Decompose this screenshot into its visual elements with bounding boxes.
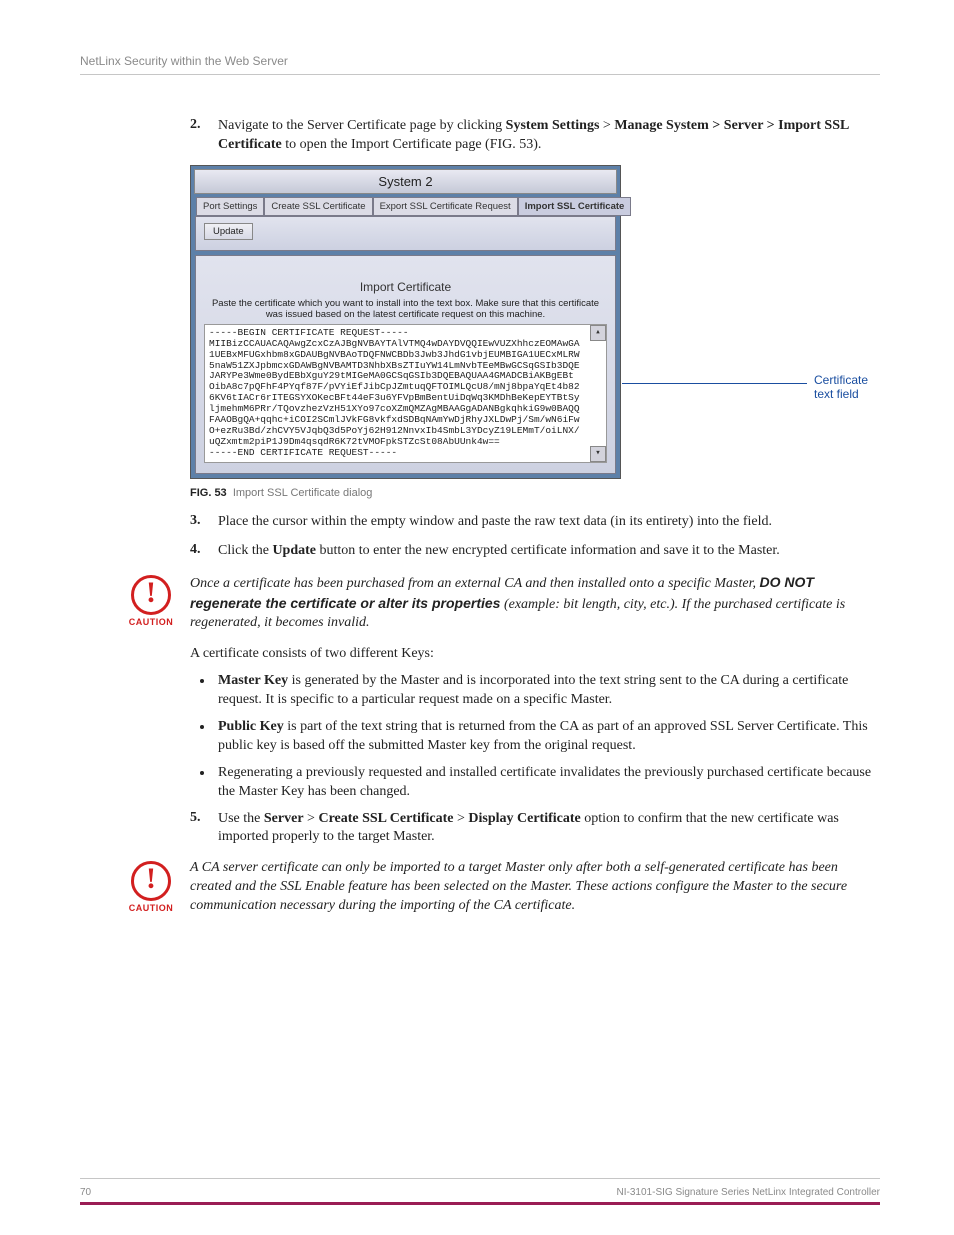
caution-label: CAUTION: [126, 617, 176, 627]
step-5-gt-b: >: [453, 811, 468, 826]
key-master-text: is generated by the Master and is incorp…: [218, 673, 848, 707]
update-button[interactable]: Update: [204, 223, 253, 240]
key-public-label: Public Key: [218, 719, 284, 734]
caution-icon: ! CAUTION: [126, 857, 176, 916]
step-4-text-b: button to enter the new encrypted certif…: [316, 543, 780, 558]
step-2-bold-a: System Settings: [506, 118, 600, 133]
key-public-text: is part of the text string that is retur…: [218, 719, 868, 753]
footer-title: NI-3101-SIG Signature Series NetLinx Int…: [617, 1187, 880, 1198]
keys-intro: A certificate consists of two different …: [190, 645, 890, 664]
callout-leader-line: [622, 383, 807, 384]
tab-port-settings[interactable]: Port Settings: [196, 197, 264, 216]
step-5-bold-b: Create SSL Certificate: [318, 811, 453, 826]
step-2: 2. Navigate to the Server Certificate pa…: [190, 117, 890, 155]
key-master-label: Master Key: [218, 673, 288, 688]
step-3: 3. Place the cursor within the empty win…: [190, 513, 890, 532]
tab-create-ssl[interactable]: Create SSL Certificate: [264, 197, 372, 216]
caution-1: ! CAUTION Once a certificate has been pu…: [126, 571, 890, 634]
step-5-num: 5.: [190, 810, 218, 848]
figure-caption-text: Import SSL Certificate dialog: [233, 487, 373, 499]
running-header: NetLinx Security within the Web Server: [80, 54, 880, 75]
key-master: Master Key is generated by the Master an…: [214, 672, 890, 710]
window-title: System 2: [194, 169, 617, 194]
step-4-text-a: Click the: [218, 543, 272, 558]
step-4-bold: Update: [272, 543, 316, 558]
key-regen-text: Regenerating a previously requested and …: [218, 765, 871, 799]
scroll-down-icon[interactable]: ▾: [590, 446, 606, 462]
step-4: 4. Click the Update button to enter the …: [190, 542, 890, 561]
certificate-content: -----BEGIN CERTIFICATE REQUEST----- MIIB…: [209, 327, 580, 458]
callout-label: Certificate text field: [814, 373, 890, 401]
step-5-text-a: Use the: [218, 811, 264, 826]
step-5: 5. Use the Server > Create SSL Certifica…: [190, 810, 890, 848]
figure-53: System 2 Port Settings Create SSL Certif…: [190, 165, 890, 479]
import-hint: Paste the certificate which you want to …: [204, 298, 607, 320]
page-footer: 70 NI-3101-SIG Signature Series NetLinx …: [80, 1178, 880, 1205]
step-2-num: 2.: [190, 117, 218, 155]
scroll-up-icon[interactable]: ▴: [590, 325, 606, 341]
caution-2: ! CAUTION A CA server certificate can on…: [126, 857, 890, 916]
step-4-num: 4.: [190, 542, 218, 561]
step-2-text-b: to open the Import Certificate page (FIG…: [282, 137, 542, 152]
tab-export-ssl[interactable]: Export SSL Certificate Request: [373, 197, 518, 216]
step-3-num: 3.: [190, 513, 218, 532]
key-regen-note: Regenerating a previously requested and …: [214, 764, 890, 802]
caution-1-text-a: Once a certificate has been purchased fr…: [190, 576, 760, 591]
step-5-gt-a: >: [304, 811, 319, 826]
caution-2-text: A CA server certificate can only be impo…: [190, 857, 890, 916]
certificate-text-field[interactable]: -----BEGIN CERTIFICATE REQUEST----- MIIB…: [204, 324, 607, 463]
figure-caption-label: FIG. 53: [190, 487, 227, 499]
import-certificate-heading: Import Certificate: [204, 280, 607, 294]
figure-caption: FIG. 53 Import SSL Certificate dialog: [190, 487, 890, 499]
caution-icon: ! CAUTION: [126, 571, 176, 634]
tab-import-ssl[interactable]: Import SSL Certificate: [518, 197, 632, 216]
step-2-gt-a: >: [599, 118, 614, 133]
page-number: 70: [80, 1187, 91, 1198]
step-2-text-a: Navigate to the Server Certificate page …: [218, 118, 506, 133]
key-public: Public Key is part of the text string th…: [214, 718, 890, 756]
step-5-bold-a: Server: [264, 811, 304, 826]
step-5-bold-c: Display Certificate: [468, 811, 580, 826]
step-3-text: Place the cursor within the empty window…: [218, 513, 890, 532]
caution-label: CAUTION: [126, 903, 176, 913]
